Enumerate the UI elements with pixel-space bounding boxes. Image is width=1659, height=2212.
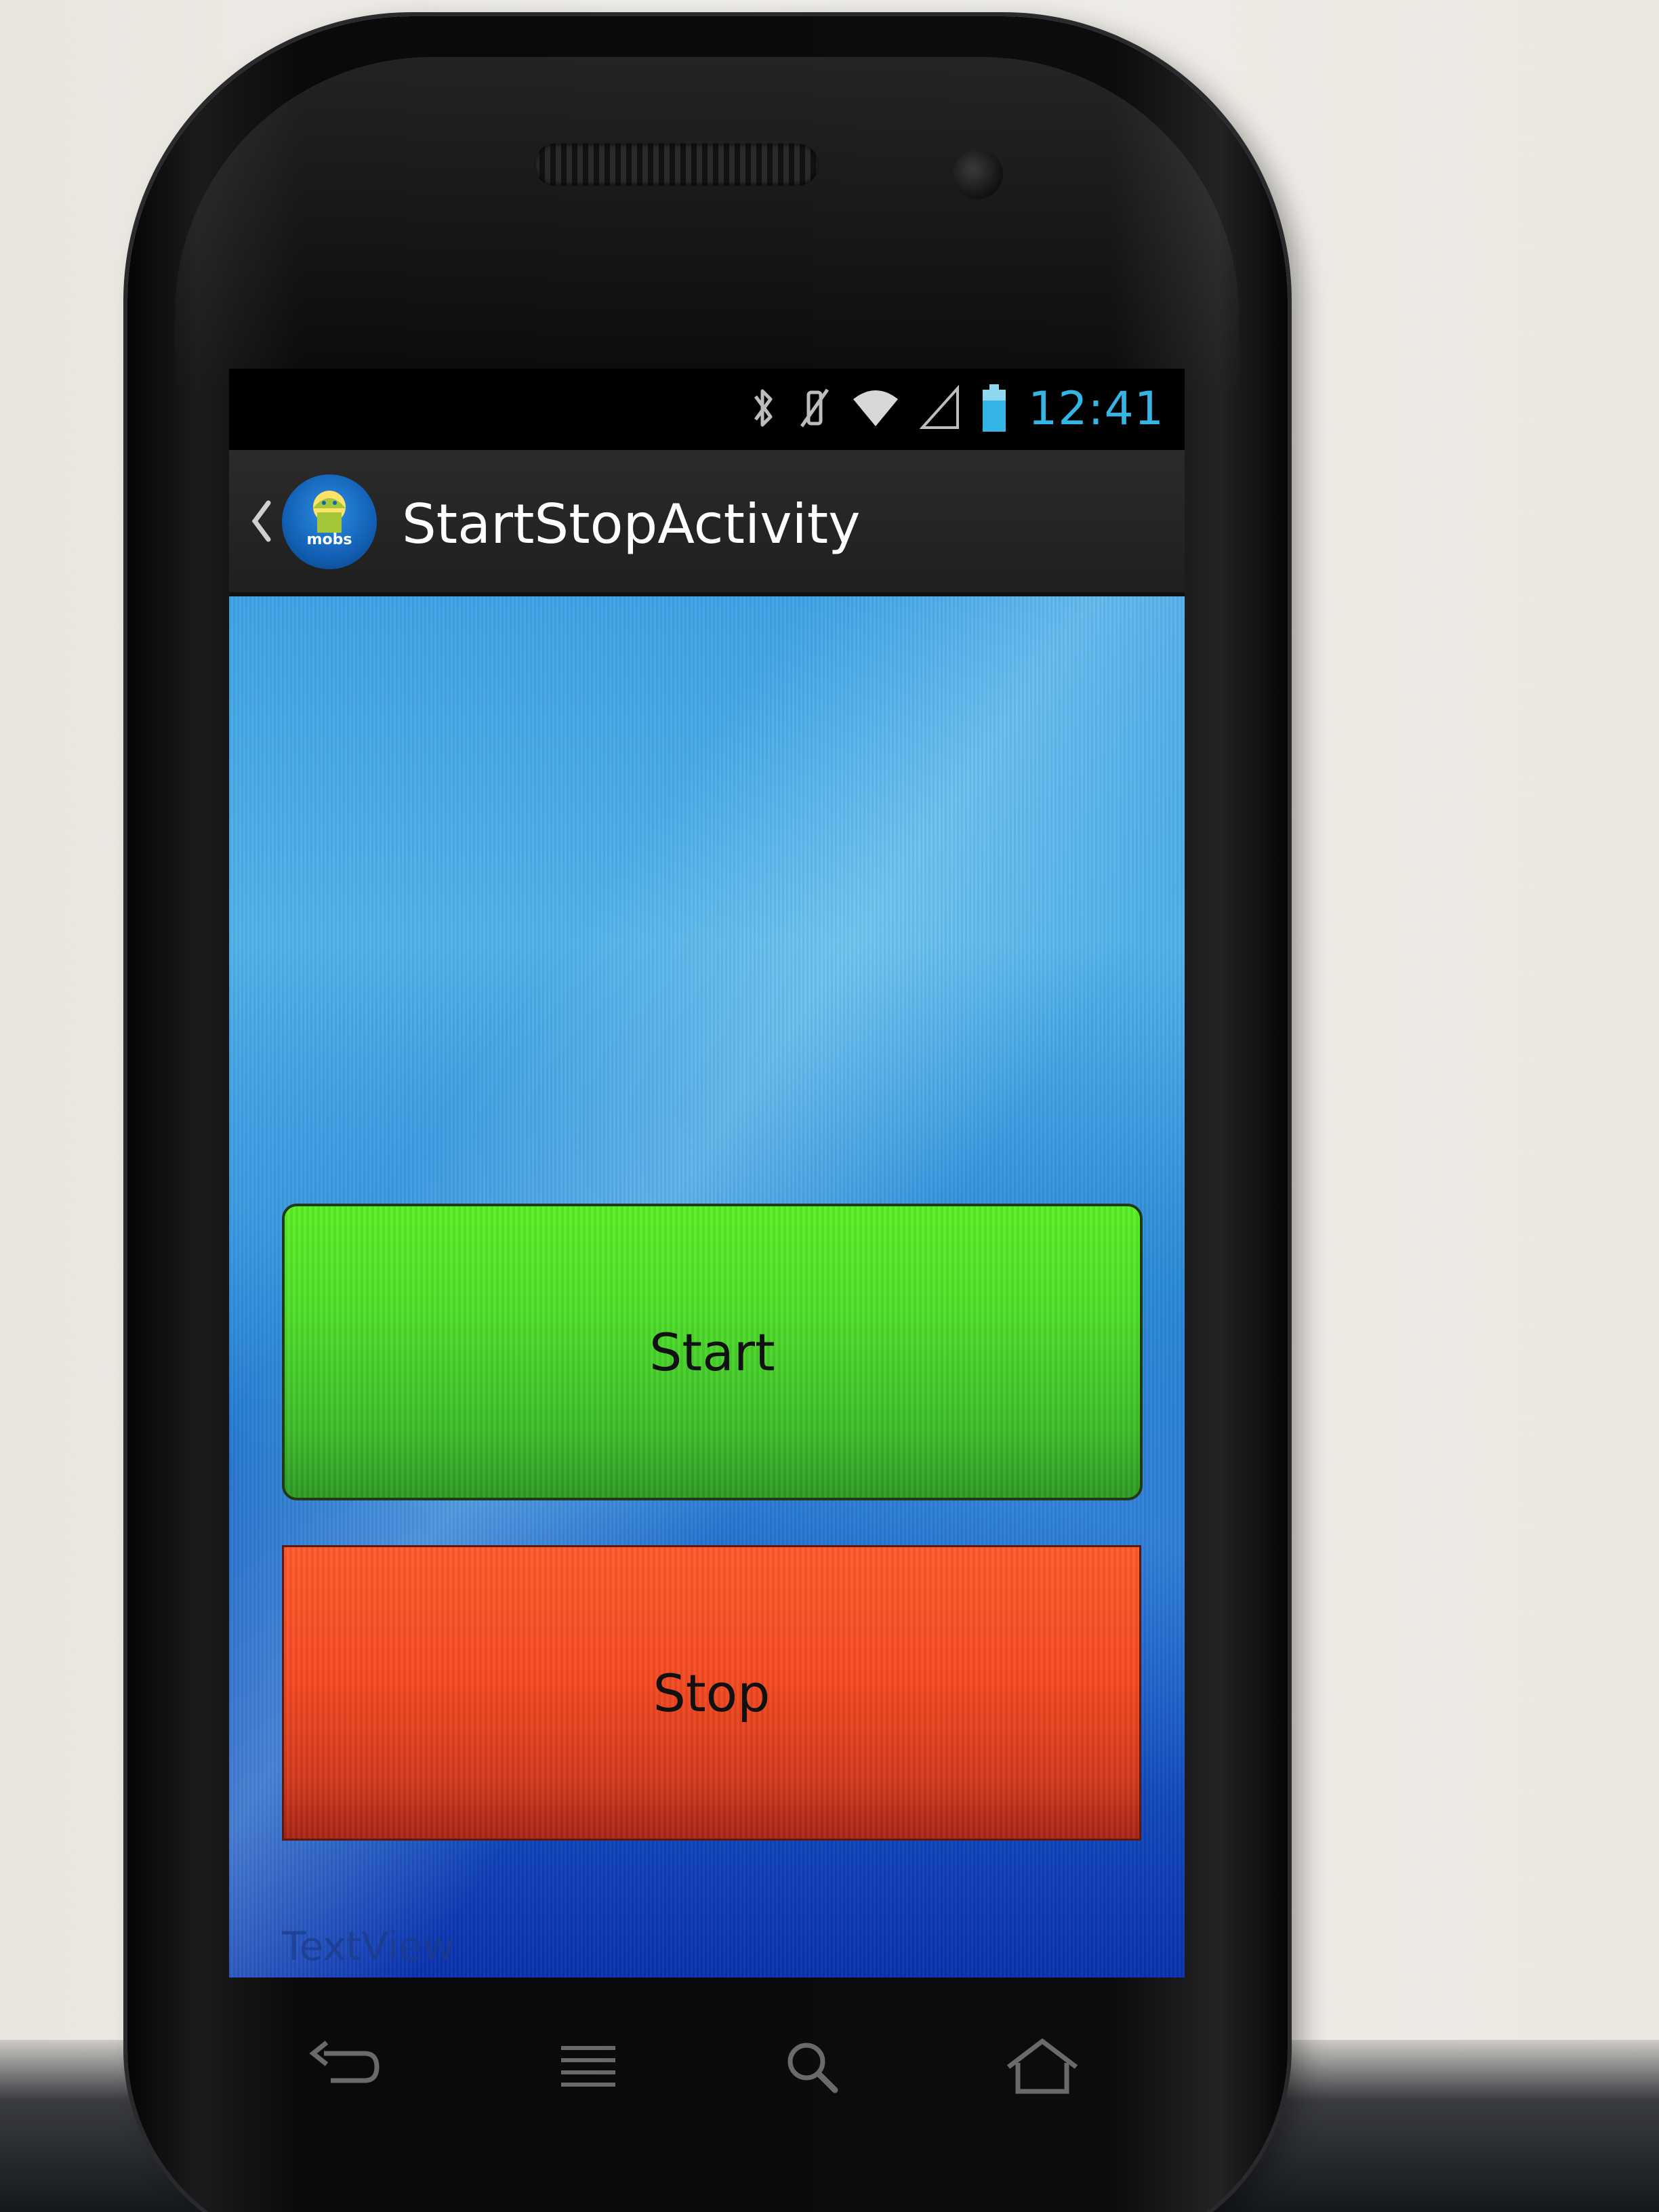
- app-icon[interactable]: mobs: [282, 474, 377, 569]
- search-key-icon[interactable]: [771, 2033, 853, 2101]
- bluetooth-icon: [750, 384, 777, 434]
- earpiece-speaker: [534, 144, 819, 186]
- android-robot-icon: [313, 491, 346, 533]
- start-button-label: Start: [649, 1322, 775, 1382]
- activity-title: StartStopActivity: [402, 493, 861, 556]
- status-time: 12:41: [1028, 382, 1164, 436]
- stop-button-label: Stop: [653, 1662, 771, 1723]
- home-key-icon[interactable]: [1002, 2033, 1083, 2101]
- status-icons: 12:41: [750, 382, 1164, 436]
- hardware-nav-keys: [229, 2006, 1185, 2128]
- phone-device: 12:41 mobs StartStopActivity Start Stop …: [127, 16, 1288, 2212]
- menu-key-icon[interactable]: [548, 2033, 629, 2101]
- app-icon-label: mobs: [306, 531, 352, 548]
- phone-gloss: [175, 57, 1239, 396]
- vibrate-icon: [798, 384, 832, 434]
- phone-screen: 12:41 mobs StartStopActivity Start Stop …: [229, 369, 1185, 1978]
- start-button[interactable]: Start: [282, 1204, 1143, 1500]
- back-key-icon[interactable]: [304, 2033, 385, 2101]
- action-bar: mobs StartStopActivity: [229, 450, 1185, 596]
- front-camera: [953, 149, 1003, 199]
- stop-button[interactable]: Stop: [282, 1545, 1141, 1841]
- signal-icon: [919, 384, 960, 434]
- status-bar: 12:41: [229, 369, 1185, 450]
- wifi-icon: [852, 384, 899, 434]
- battery-icon: [981, 383, 1008, 436]
- status-textview: TextView: [282, 1923, 455, 1969]
- activity-content: Start Stop TextView: [229, 596, 1185, 1978]
- up-caret-icon[interactable]: [248, 497, 275, 545]
